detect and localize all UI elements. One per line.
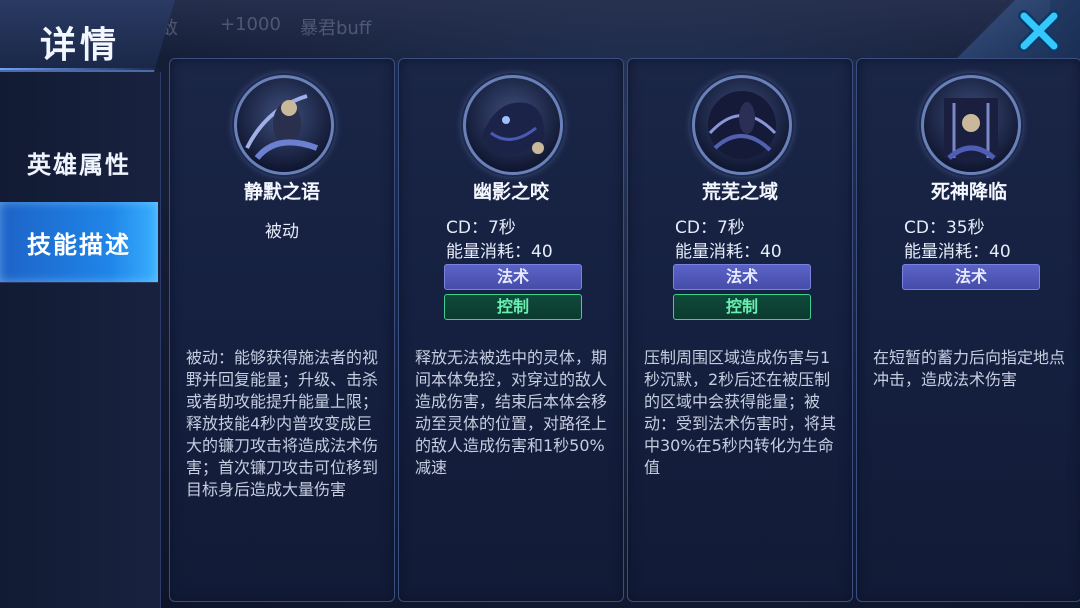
death-descends-icon bbox=[921, 75, 1021, 175]
dark-domain-icon bbox=[692, 75, 792, 175]
energy-cost-text: 能量消耗：40 bbox=[446, 242, 553, 262]
cooldown-text: CD：35秒 bbox=[904, 218, 985, 238]
skill-name: 荒芜之域 bbox=[701, 181, 778, 203]
close-icon bbox=[1018, 10, 1060, 52]
close-button[interactable] bbox=[1016, 8, 1062, 54]
magic-tag: 法术 bbox=[902, 264, 1040, 290]
skill-card: 静默之语 被动 被动：能够获得施法者的视野并回复能量；升级、击杀或者助攻能提升能… bbox=[169, 58, 395, 602]
cooldown-text: CD：7秒 bbox=[446, 218, 516, 238]
title-underline bbox=[0, 68, 160, 70]
magic-tag: 法术 bbox=[673, 264, 811, 290]
skill-description: 释放无法被选中的灵体，期间本体免控，对穿过的敌人造成伤害，结束后本体会移动至灵体… bbox=[415, 348, 608, 477]
skill-card: 幽影之咬 CD：7秒 能量消耗：40 法术 控制 释放无法被选中的灵体，期间本体… bbox=[398, 58, 624, 602]
shadow-beast-icon bbox=[463, 75, 563, 175]
sidebar-item-label: 技能描述 bbox=[27, 230, 131, 259]
reaper-hero-icon bbox=[234, 75, 334, 175]
sidebar-item-label: 英雄属性 bbox=[27, 150, 131, 179]
sidebar-item-skill-description[interactable]: 技能描述 bbox=[0, 202, 158, 283]
skill-description: 压制周围区域造成伤害与1秒沉默，2秒后还在被压制的区域中会获得能量；被动：受到法… bbox=[644, 348, 837, 477]
header-bar: 详情 bbox=[0, 0, 1080, 72]
energy-cost-text: 能量消耗：40 bbox=[904, 242, 1011, 262]
skill-name: 死神降临 bbox=[930, 181, 1007, 203]
skill-name: 静默之语 bbox=[243, 181, 320, 203]
energy-cost-text: 能量消耗：40 bbox=[675, 242, 782, 262]
skill-name: 幽影之咬 bbox=[472, 181, 549, 203]
skill-description: 被动：能够获得施法者的视野并回复能量；升级、击杀或者助攻能提升能量上限；释放技能… bbox=[186, 348, 379, 499]
skill-card: 荒芜之域 CD：7秒 能量消耗：40 法术 控制 压制周围区域造成伤害与1秒沉默… bbox=[627, 58, 853, 602]
control-tag: 控制 bbox=[673, 294, 811, 320]
page-title: 详情 bbox=[40, 25, 121, 66]
sidebar: 英雄属性 技能描述 bbox=[0, 72, 161, 608]
magic-tag: 法术 bbox=[444, 264, 582, 290]
sidebar-item-hero-attributes[interactable]: 英雄属性 bbox=[0, 122, 158, 203]
skill-card: 死神降临 CD：35秒 能量消耗：40 法术 在短暂的蓄力后向指定地点冲击，造成… bbox=[856, 58, 1080, 602]
skill-description: 在短暂的蓄力后向指定地点冲击，造成法术伤害 bbox=[873, 348, 1066, 389]
control-tag: 控制 bbox=[444, 294, 582, 320]
passive-label: 被动 bbox=[265, 222, 299, 242]
cooldown-text: CD：7秒 bbox=[675, 218, 745, 238]
